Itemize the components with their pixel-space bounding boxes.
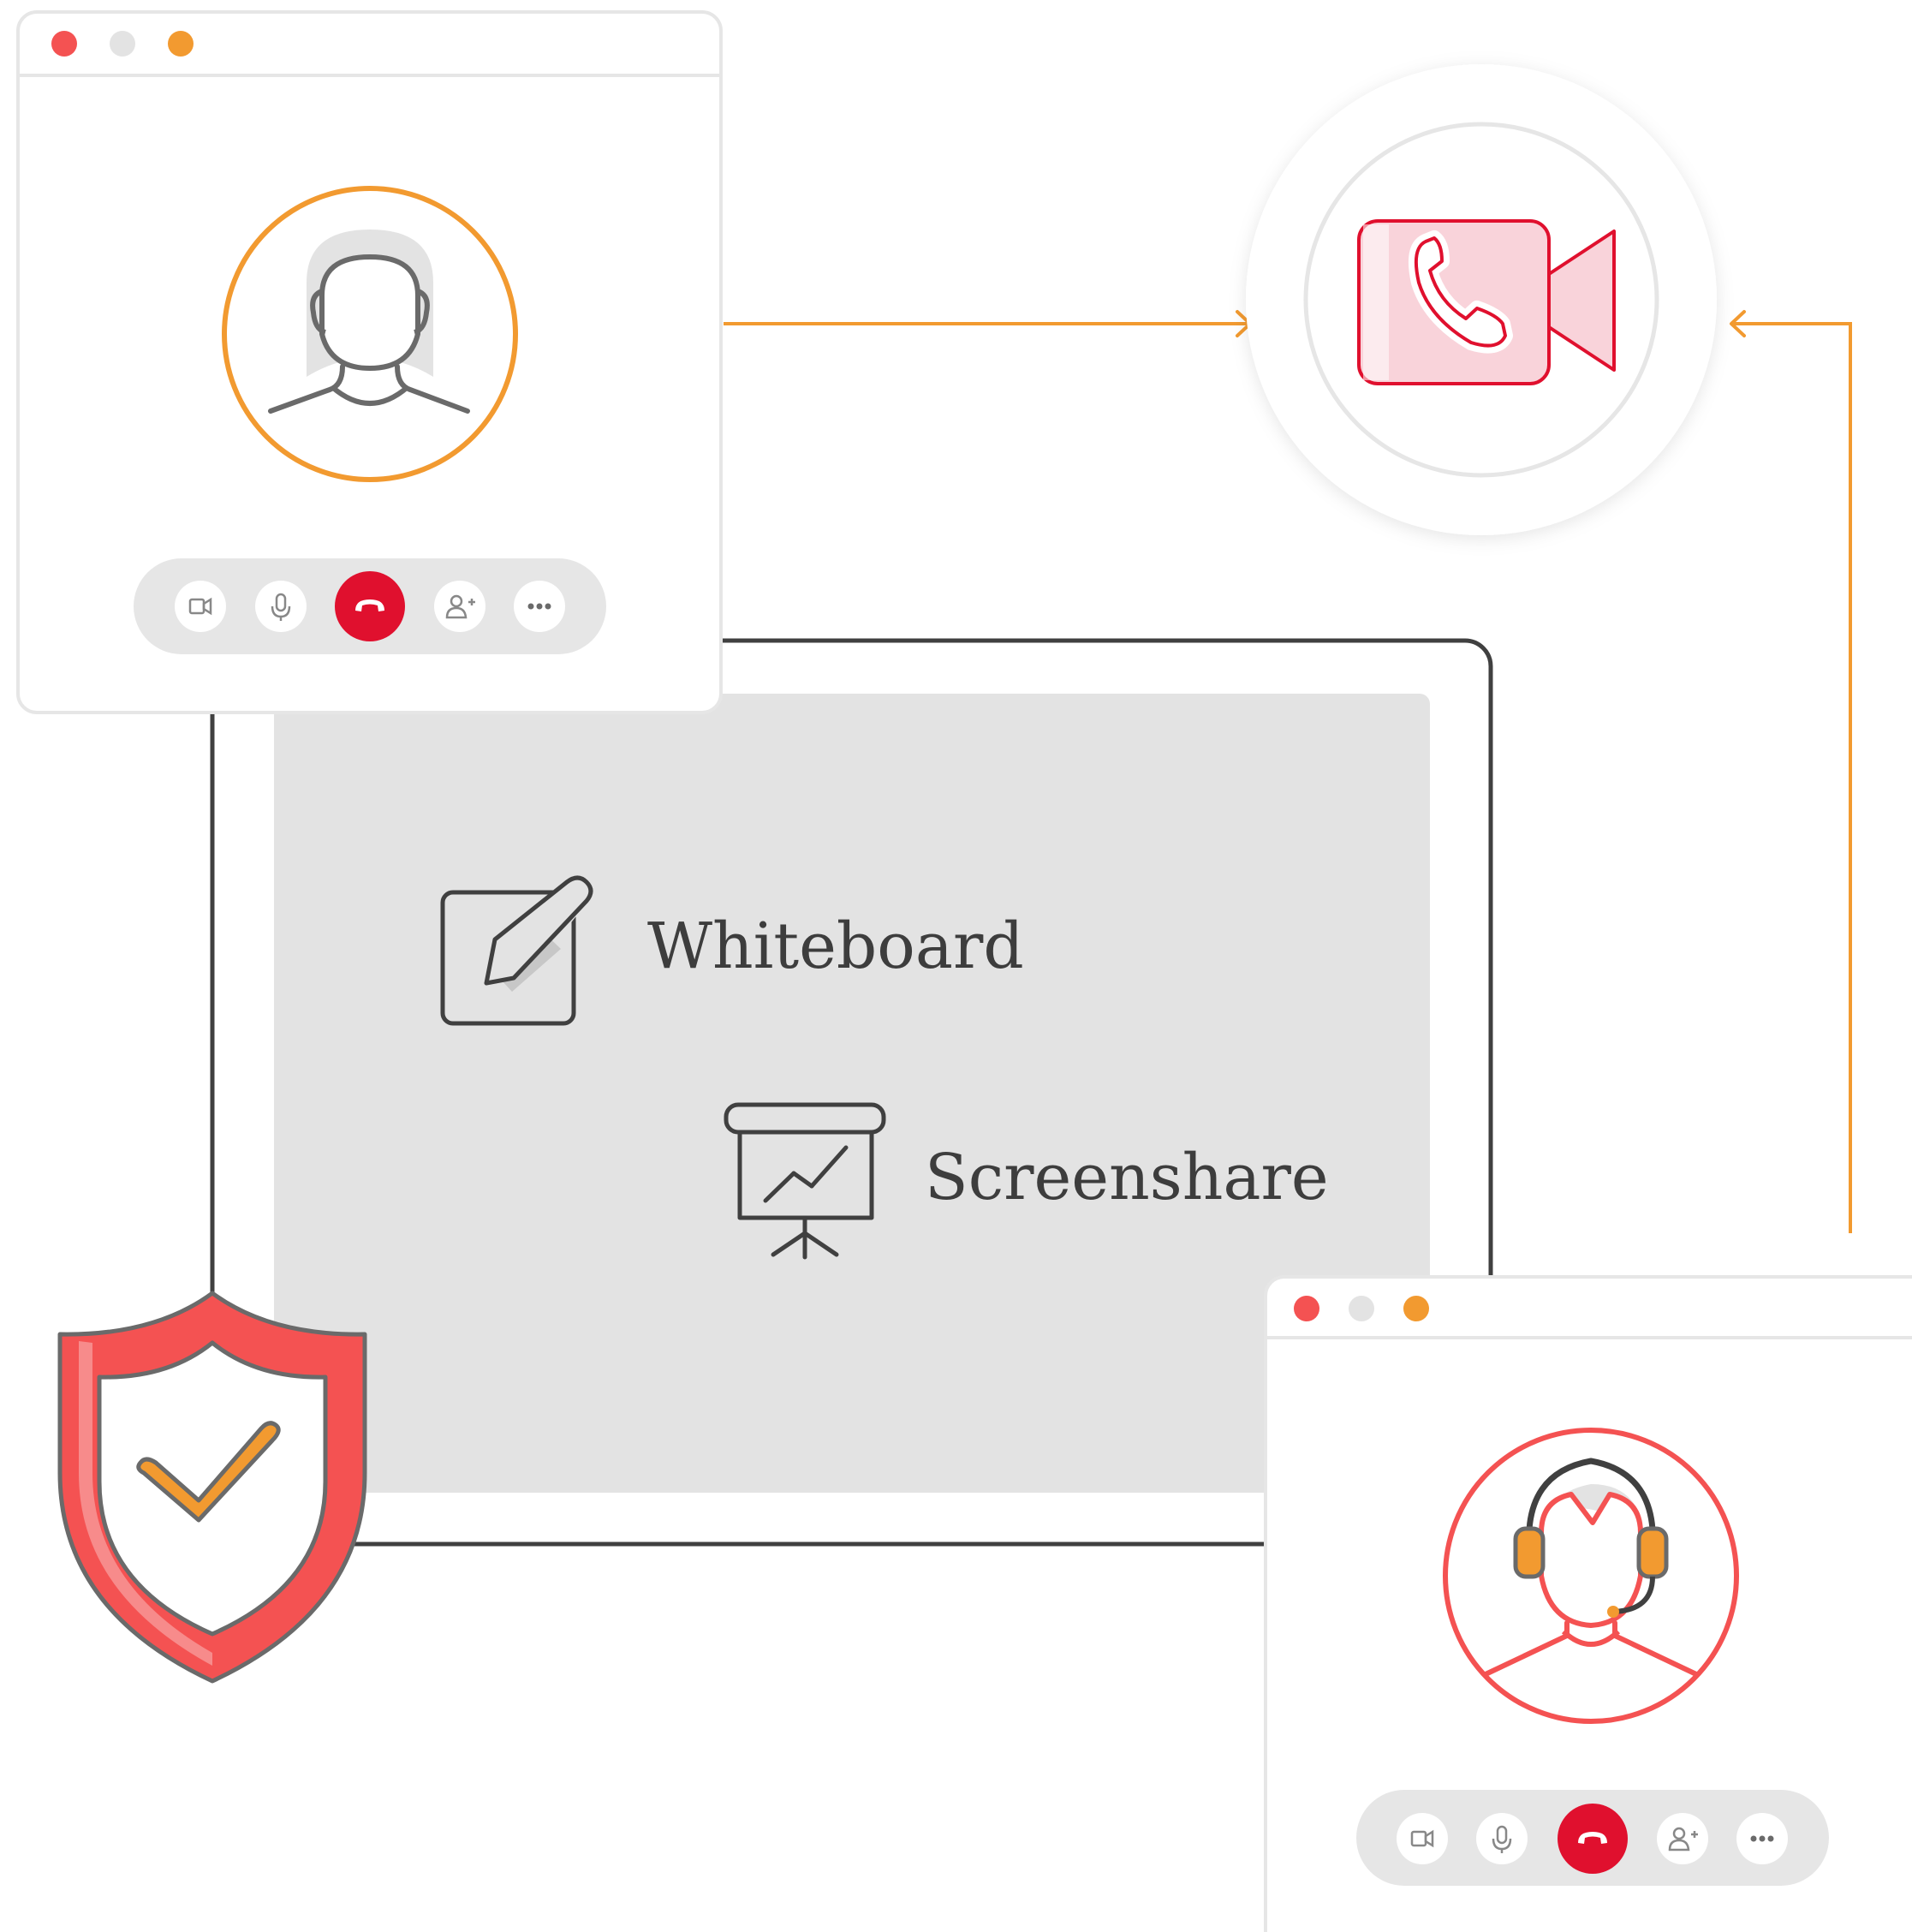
screenshare-label: Screenshare [925, 1141, 1329, 1214]
video-icon[interactable] [175, 581, 226, 632]
end-call-icon[interactable] [335, 571, 405, 641]
call-window-bottom [1264, 1275, 1912, 1932]
video-icon[interactable] [1397, 1813, 1448, 1864]
window-maximize-button[interactable] [168, 31, 194, 57]
woman-avatar-icon [222, 186, 518, 482]
window-minimize-button[interactable] [1349, 1296, 1374, 1321]
end-call-icon[interactable] [1558, 1804, 1628, 1874]
illustration: Whiteboard Screenshare [16, 10, 1912, 1932]
call-window-top [16, 10, 723, 714]
more-icon[interactable] [514, 581, 565, 632]
add-user-icon[interactable] [434, 581, 485, 632]
laptop-screen [274, 694, 1430, 1493]
shield-check-icon [57, 1291, 367, 1684]
support-agent-headset-icon [1443, 1428, 1739, 1724]
window-close-button[interactable] [1294, 1296, 1319, 1321]
microphone-icon[interactable] [1476, 1813, 1528, 1864]
window-maximize-button[interactable] [1403, 1296, 1429, 1321]
microphone-icon[interactable] [255, 581, 307, 632]
more-icon[interactable] [1736, 1813, 1788, 1864]
scene: Whiteboard Screenshare [0, 0, 1912, 1932]
add-user-icon[interactable] [1657, 1813, 1708, 1864]
whiteboard-label: Whiteboard [647, 909, 1024, 983]
video-call-icon [1246, 64, 1717, 535]
window-minimize-button[interactable] [110, 31, 135, 57]
window-close-button[interactable] [51, 31, 77, 57]
pencil-square-icon [440, 875, 593, 1026]
connector-right [1731, 322, 1852, 1233]
